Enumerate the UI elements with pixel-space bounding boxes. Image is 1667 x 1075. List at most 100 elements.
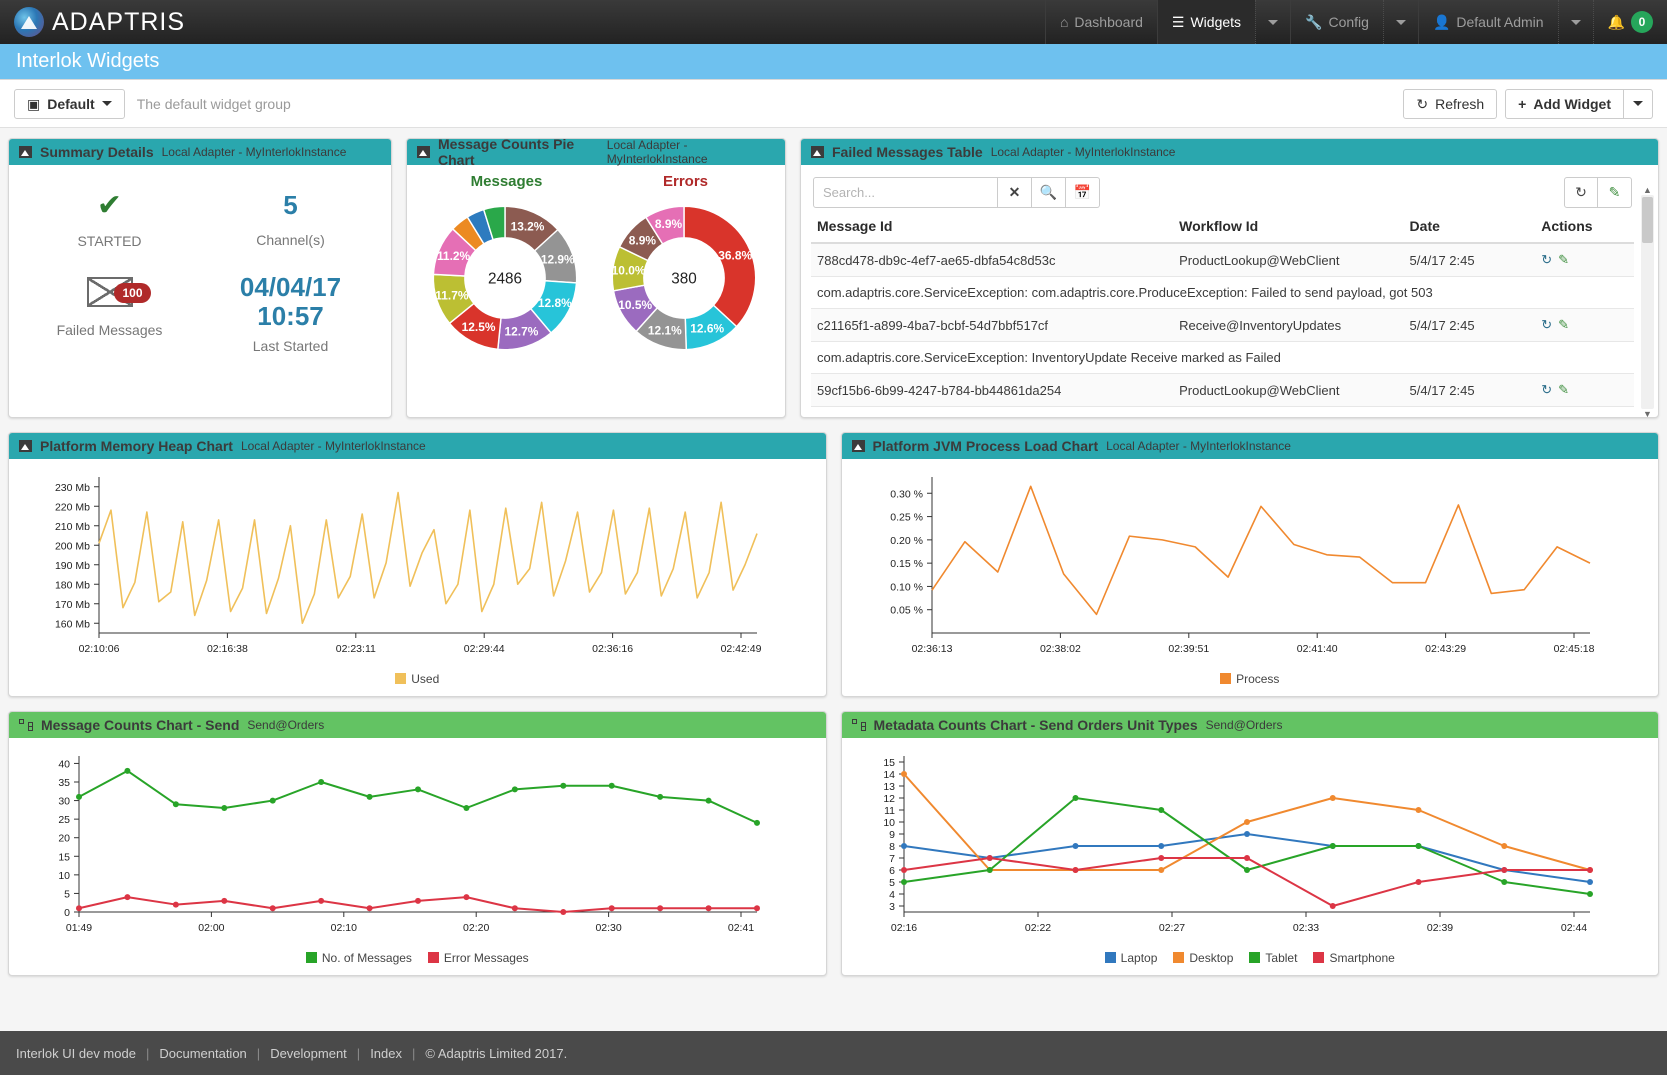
svg-text:10: 10 — [883, 817, 895, 829]
jvm-legend-label: Process — [1236, 672, 1280, 686]
add-widget-label: Add Widget — [1533, 95, 1611, 112]
metadata-legend-label-1: Desktop — [1189, 951, 1234, 965]
row-retry-icon[interactable]: ↻ — [1541, 252, 1552, 267]
metadata-chart-svg: 3456789101112131415 02:16 02:22 02:27 02:33 0… — [883, 756, 1593, 934]
search-button[interactable]: 🔍 — [1032, 177, 1066, 208]
footer-separator: | — [256, 1045, 261, 1061]
widget-row-2: Platform Memory Heap Chart Local Adapter… — [8, 432, 1659, 697]
row-clean-icon[interactable]: ✎ — [1558, 382, 1569, 397]
table-toolbar: ✕ 🔍 📅 ↻ ✎ — [811, 173, 1634, 214]
svg-text:190 Mb: 190 Mb — [55, 560, 90, 572]
nav-caret-widgets[interactable] — [1255, 0, 1290, 44]
summary-last-started-date: 04/04/17 — [239, 272, 342, 302]
msgcounts-chart-svg: 0 5 10 15 20 25 30 35 40 01:49 02:00 02:10 02:20 02:3… — [58, 756, 760, 934]
notification-count-badge: 0 — [1631, 11, 1653, 33]
footer-link-documentation[interactable]: Documentation — [159, 1046, 246, 1061]
pie-errors-title: Errors — [662, 173, 709, 190]
refresh-button[interactable]: ↻ Refresh — [1403, 88, 1498, 119]
svg-text:8: 8 — [889, 841, 895, 853]
chevron-down-icon — [1268, 19, 1279, 25]
cell-date: 5/4/17 2:45 — [1403, 243, 1536, 277]
table-row[interactable]: 59cf15b6-6b99-4247-b784-bb44861da254 Pro… — [811, 373, 1634, 407]
svg-text:20: 20 — [58, 833, 70, 845]
svg-text:02:16: 02:16 — [890, 922, 916, 934]
nav-caret-config[interactable] — [1382, 0, 1418, 44]
nav-item-dashboard[interactable]: ⌂ Dashboard — [1044, 0, 1157, 44]
row-clean-icon[interactable]: ✎ — [1558, 252, 1569, 267]
failed-messages-table: Message Id Workflow Id Date Actions 788c… — [811, 214, 1634, 407]
table-scrollbar[interactable]: ▲ ▼ — [1641, 185, 1654, 417]
summary-channels-cell: 5 Channel(s) — [200, 191, 381, 249]
svg-text:6: 6 — [889, 865, 895, 877]
nav-item-config[interactable]: 🔧 Config — [1290, 0, 1383, 44]
svg-text:11: 11 — [884, 805, 895, 817]
bell-icon: 🔔 — [1607, 13, 1625, 30]
jvm-load-panel: Platform JVM Process Load Chart Local Ad… — [840, 432, 1659, 697]
svg-text:210 Mb: 210 Mb — [55, 521, 90, 533]
table-body: 788cd478-db9c-4ef7-ae65-dbfa54c8d53c Pro… — [811, 243, 1634, 407]
pie-messages-title: Messages — [470, 173, 543, 190]
svg-text:160 Mb: 160 Mb — [55, 618, 90, 630]
footer-separator: | — [356, 1045, 361, 1061]
legend-swatch — [395, 673, 407, 684]
chevron-down-icon — [1570, 19, 1581, 25]
svg-text:9: 9 — [889, 829, 895, 841]
nav-caret-user[interactable] — [1557, 0, 1593, 44]
svg-text:02:39:51: 02:39:51 — [1168, 643, 1209, 655]
table-clean-button[interactable]: ✎ — [1598, 177, 1632, 208]
nav-item-user[interactable]: 👤 Default Admin — [1417, 0, 1558, 44]
msgcounts-legend-item-0: No. of Messages — [305, 951, 412, 965]
metadata-panel-header: Metadata Counts Chart - Send Orders Unit… — [841, 712, 1658, 738]
table-refresh-button[interactable]: ↻ — [1564, 177, 1598, 208]
nav-item-widgets[interactable]: ☰ Widgets — [1156, 0, 1256, 44]
widget-group-label: Default — [47, 95, 95, 112]
scroll-down-icon[interactable]: ▼ — [1641, 409, 1654, 417]
row-clean-icon[interactable]: ✎ — [1558, 317, 1569, 332]
svg-text:02:43:29: 02:43:29 — [1425, 643, 1466, 655]
legend-swatch — [1313, 952, 1325, 963]
failed-count-badge: 100 — [114, 283, 151, 303]
svg-text:7: 7 — [889, 853, 895, 865]
svg-text:02:10: 02:10 — [331, 922, 357, 934]
svg-text:2486: 2486 — [488, 271, 522, 288]
add-widget-group: + Add Widget — [1505, 88, 1653, 119]
cell-actions: ↻ ✎ — [1535, 243, 1634, 277]
footer-app-label: Interlok UI dev mode — [16, 1045, 136, 1061]
search-input[interactable] — [813, 177, 998, 208]
search-group: ✕ 🔍 📅 — [813, 177, 1100, 208]
svg-text:36.8%: 36.8% — [718, 248, 752, 262]
summary-failed-cell: 100 Failed Messages — [19, 255, 200, 354]
footer-link-index[interactable]: Index — [370, 1046, 402, 1061]
svg-text:0.10 %: 0.10 % — [890, 581, 923, 593]
refresh-icon: ↻ — [1416, 95, 1429, 112]
check-icon: ✔ — [96, 189, 123, 222]
svg-text:0: 0 — [64, 907, 70, 919]
add-widget-caret[interactable] — [1624, 88, 1653, 119]
scrollbar-thumb[interactable] — [1642, 197, 1653, 243]
clear-search-button[interactable]: ✕ — [998, 177, 1032, 208]
add-widget-button[interactable]: + Add Widget — [1505, 88, 1624, 119]
nav-item-notifications[interactable]: 🔔 0 — [1592, 0, 1667, 44]
top-navbar: ADAPTRIS ⌂ Dashboard ☰ Widgets 🔧 Config … — [0, 0, 1667, 44]
svg-text:02:27: 02:27 — [1158, 922, 1184, 934]
svg-text:4: 4 — [889, 889, 895, 901]
footer-link-development[interactable]: Development — [270, 1046, 347, 1061]
refresh-label: Refresh — [1435, 95, 1485, 112]
svg-text:02:29:44: 02:29:44 — [464, 643, 505, 655]
summary-panel-body: ✔ STARTED 5 Channel(s) 100 Failed Messag… — [9, 165, 391, 378]
svg-text:170 Mb: 170 Mb — [55, 599, 90, 611]
metadata-legend-item-2: Tablet — [1249, 951, 1297, 965]
row-retry-icon[interactable]: ↻ — [1541, 382, 1552, 397]
brand-logo[interactable]: ADAPTRIS — [0, 0, 185, 44]
table-row[interactable]: c21165f1-a899-4ba7-bcbf-54d7bbf517cf Rec… — [811, 308, 1634, 342]
widget-group-button[interactable]: ▣ Default — [14, 88, 125, 119]
heap-chart-svg: 160 Mb 170 Mb 180 Mb 190 Mb 200 Mb 210 Mb 220 … — [55, 477, 762, 655]
widget-row-3: Message Counts Chart - Send Send@Orders … — [8, 711, 1659, 976]
row-retry-icon[interactable]: ↻ — [1541, 317, 1552, 332]
table-row[interactable]: 788cd478-db9c-4ef7-ae65-dbfa54c8d53c Pro… — [811, 243, 1634, 277]
envelope-wrap: 100 — [86, 277, 151, 307]
calendar-filter-button[interactable]: 📅 — [1066, 177, 1100, 208]
msgcounts-panel-header: Message Counts Chart - Send Send@Orders — [9, 712, 826, 738]
scroll-up-icon[interactable]: ▲ — [1641, 185, 1654, 195]
chart-icon — [19, 440, 32, 452]
